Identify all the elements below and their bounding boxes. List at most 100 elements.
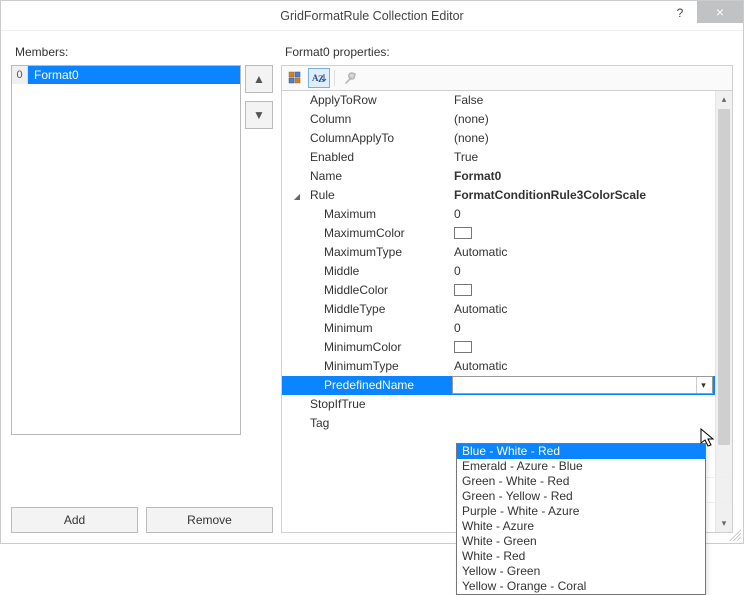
property-value: False	[452, 91, 715, 110]
window-actions: ? ×	[663, 1, 743, 30]
property-name: Rule	[282, 186, 452, 205]
property-name: MiddleColor	[282, 281, 452, 300]
members-label: Members:	[15, 45, 273, 59]
property-value: 0	[452, 319, 715, 338]
add-button[interactable]: Add	[11, 507, 138, 533]
property-name: Column	[282, 110, 452, 129]
property-name: MiddleType	[282, 300, 452, 319]
property-row[interactable]: MiddleTypeAutomatic	[282, 300, 715, 319]
property-row[interactable]: MaximumTypeAutomatic	[282, 243, 715, 262]
color-swatch	[454, 227, 472, 239]
list-item-index: 0	[12, 66, 28, 84]
dropdown-item[interactable]: White - Azure	[457, 519, 705, 534]
categorized-button[interactable]	[284, 68, 306, 88]
dropdown-item[interactable]: Blue - White - Red	[457, 444, 705, 459]
svg-text:Z: Z	[318, 74, 324, 84]
categorized-icon	[288, 71, 302, 85]
property-row[interactable]: Middle0	[282, 262, 715, 281]
window-title: GridFormatRule Collection Editor	[280, 9, 463, 23]
property-value: (none)	[452, 110, 715, 129]
property-row[interactable]: Maximum0	[282, 205, 715, 224]
move-up-button[interactable]: ▲	[245, 65, 273, 93]
arrow-up-icon: ▲	[253, 72, 265, 86]
members-panel: Members: 0 Format0 ▲ ▼	[11, 41, 273, 533]
property-name: MinimumColor	[282, 338, 452, 357]
property-value: True	[452, 148, 715, 167]
predefined-name-dropdown[interactable]: Blue - White - RedEmerald - Azure - Blue…	[456, 443, 706, 595]
scroll-up-icon[interactable]: ▴	[716, 91, 732, 108]
property-value	[452, 414, 715, 433]
property-name: MaximumType	[282, 243, 452, 262]
property-row[interactable]: MinimumColor	[282, 338, 715, 357]
dropdown-item[interactable]: Green - Yellow - Red	[457, 489, 705, 504]
dropdown-item[interactable]: Emerald - Azure - Blue	[457, 459, 705, 474]
property-value	[452, 224, 715, 243]
property-row[interactable]: NameFormat0	[282, 167, 715, 186]
dropdown-item[interactable]: White - Green	[457, 534, 705, 549]
property-value: Automatic	[452, 243, 715, 262]
property-row[interactable]: ◢RuleFormatConditionRule3ColorScale	[282, 186, 715, 205]
property-value	[452, 281, 715, 300]
scrollbar[interactable]: ▴ ▾	[715, 91, 732, 532]
dropdown-item[interactable]: Purple - White - Azure	[457, 504, 705, 519]
property-value: Automatic	[452, 300, 715, 319]
property-row[interactable]: Minimum0	[282, 319, 715, 338]
property-name: ApplyToRow	[282, 91, 452, 110]
dropdown-item[interactable]: Yellow - Orange - Coral	[457, 579, 705, 594]
property-row[interactable]: ColumnApplyTo(none)	[282, 129, 715, 148]
list-item-label: Format0	[28, 66, 240, 84]
expander-icon[interactable]: ◢	[292, 187, 302, 206]
property-value: Automatic	[452, 357, 715, 376]
reorder-buttons: ▲ ▼	[245, 65, 273, 495]
property-row[interactable]: Column(none)	[282, 110, 715, 129]
close-button[interactable]: ×	[697, 1, 743, 23]
property-name: ColumnApplyTo	[282, 129, 452, 148]
property-name: Tag	[282, 414, 452, 433]
property-row-selected[interactable]: PredefinedName ▾	[282, 376, 715, 395]
dropdown-arrow-icon[interactable]: ▾	[696, 377, 710, 393]
alphabetical-icon: A Z	[311, 71, 327, 85]
property-row[interactable]: EnabledTrue	[282, 148, 715, 167]
property-name: Name	[282, 167, 452, 186]
property-name: Enabled	[282, 148, 452, 167]
dropdown-item[interactable]: White - Red	[457, 549, 705, 564]
property-name: Minimum	[282, 319, 452, 338]
titlebar: GridFormatRule Collection Editor ? ×	[1, 1, 743, 31]
color-swatch	[454, 341, 472, 353]
property-name: Middle	[282, 262, 452, 281]
scroll-thumb[interactable]	[718, 109, 730, 445]
properties-label: Format0 properties:	[285, 45, 733, 59]
property-value: FormatConditionRule3ColorScale	[452, 186, 715, 205]
help-button[interactable]: ?	[663, 1, 697, 25]
property-row[interactable]: MiddleColor	[282, 281, 715, 300]
property-row[interactable]: ApplyToRowFalse	[282, 91, 715, 110]
property-row[interactable]: MinimumTypeAutomatic	[282, 357, 715, 376]
property-name: MaximumColor	[282, 224, 452, 243]
color-swatch	[454, 284, 472, 296]
resize-grip[interactable]	[727, 527, 741, 541]
property-value	[452, 395, 715, 414]
property-pages-button[interactable]	[339, 68, 361, 88]
property-row[interactable]: Tag	[282, 414, 715, 433]
arrow-down-icon: ▼	[253, 108, 265, 122]
wrench-icon	[343, 71, 357, 85]
property-name: StopIfTrue	[282, 395, 452, 414]
property-toolbar: A Z	[281, 65, 733, 90]
move-down-button[interactable]: ▼	[245, 101, 273, 129]
alphabetical-button[interactable]: A Z	[308, 68, 330, 88]
property-value: 0	[452, 262, 715, 281]
property-value: Format0	[452, 167, 715, 186]
property-value: (none)	[452, 129, 715, 148]
property-row[interactable]: StopIfTrue	[282, 395, 715, 414]
property-value	[452, 338, 715, 357]
property-name: PredefinedName	[282, 376, 452, 395]
property-name: MinimumType	[282, 357, 452, 376]
remove-button[interactable]: Remove	[146, 507, 273, 533]
list-item[interactable]: 0 Format0	[12, 66, 240, 84]
property-name: Maximum	[282, 205, 452, 224]
members-list[interactable]: 0 Format0	[11, 65, 241, 435]
property-row[interactable]: MaximumColor	[282, 224, 715, 243]
property-value: 0	[452, 205, 715, 224]
dropdown-item[interactable]: Green - White - Red	[457, 474, 705, 489]
property-value[interactable]: ▾	[452, 376, 713, 394]
